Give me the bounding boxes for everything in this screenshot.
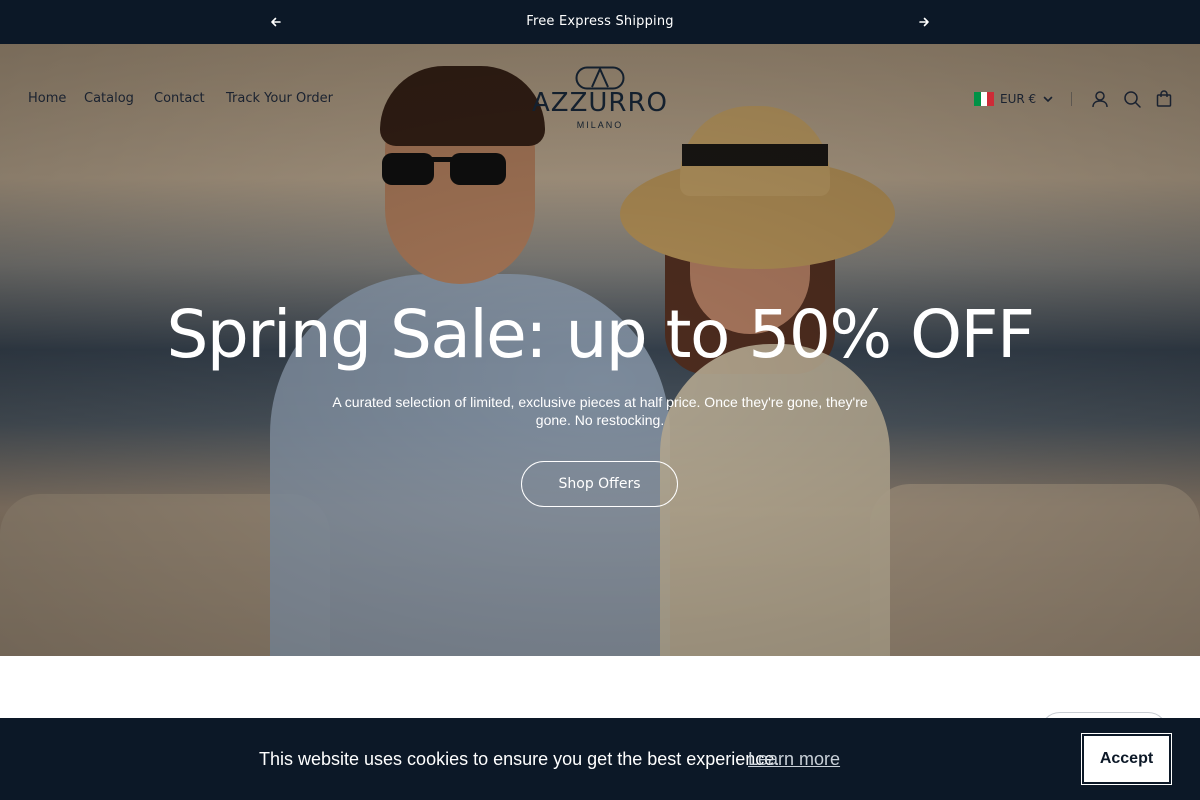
- cart-icon[interactable]: [1154, 89, 1174, 109]
- accept-button[interactable]: Accept: [1081, 733, 1172, 785]
- chevron-down-icon: [1043, 96, 1053, 103]
- nav-home[interactable]: Home: [28, 91, 66, 106]
- brand-logo[interactable]: AZZURRO MILANO: [530, 66, 670, 132]
- nav-contact[interactable]: Contact: [154, 91, 205, 106]
- learn-more-link[interactable]: Learn more: [748, 749, 840, 770]
- hero-subtitle: A curated selection of limited, exclusiv…: [332, 394, 868, 428]
- announcement-bar: Free Express Shipping: [0, 0, 1200, 44]
- account-icon[interactable]: [1090, 89, 1110, 109]
- cookie-banner: This website uses cookies to ensure you …: [0, 718, 1200, 800]
- header-divider: [1071, 92, 1072, 106]
- logo-subtitle: MILANO: [576, 120, 624, 130]
- search-icon[interactable]: [1122, 89, 1142, 109]
- italy-flag-icon: [974, 92, 995, 106]
- currency-label: EUR €: [1000, 92, 1037, 106]
- announcement-text: Free Express Shipping: [526, 14, 674, 29]
- currency-selector[interactable]: EUR €: [974, 90, 1054, 108]
- nav-track-order[interactable]: Track Your Order: [226, 91, 333, 106]
- nav-catalog[interactable]: Catalog: [84, 91, 134, 106]
- logo-wordmark: AZZURRO: [531, 88, 669, 118]
- shop-offers-button[interactable]: Shop Offers: [521, 461, 678, 507]
- cookie-message: This website uses cookies to ensure you …: [259, 749, 780, 769]
- hero-title: Spring Sale: up to 50% OFF: [166, 296, 1035, 373]
- arrow-right-icon[interactable]: [914, 12, 934, 32]
- logo-mark-icon: [575, 66, 625, 90]
